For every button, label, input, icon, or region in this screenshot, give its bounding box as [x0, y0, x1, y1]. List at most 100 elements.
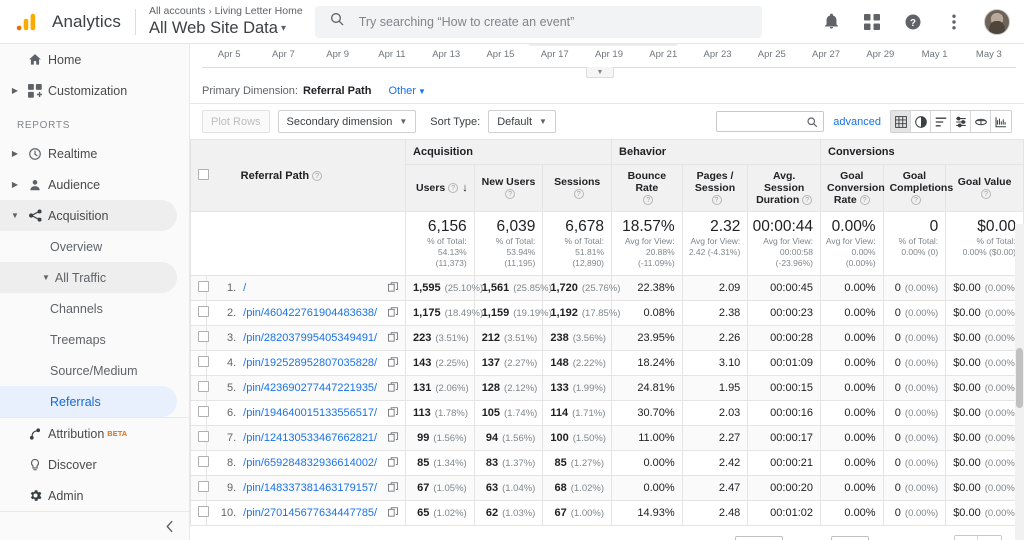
column-header-avg-session-duration[interactable]: Avg. Session Duration?: [747, 164, 821, 212]
row-select-cell[interactable]: [190, 500, 209, 526]
column-header-bounce-rate[interactable]: Bounce Rate?: [611, 164, 683, 212]
sidebar-item-overview[interactable]: Overview: [0, 231, 189, 262]
row-select-cell[interactable]: [190, 350, 209, 376]
breadcrumb-all-accounts[interactable]: All accounts: [149, 5, 206, 17]
show-rows-select[interactable]: 10255010025050010005000: [734, 536, 783, 540]
scrollbar-thumb[interactable]: [1016, 348, 1023, 408]
column-header-goal-conversion-rate[interactable]: Goal Conversion Rate?: [820, 164, 885, 212]
open-external-icon[interactable]: [388, 431, 398, 445]
pivot-view-button[interactable]: [971, 111, 991, 132]
sidebar-item-acquisition[interactable]: ▼ Acquisition: [0, 200, 177, 231]
next-page-button[interactable]: ›: [978, 536, 1001, 540]
row-select-cell[interactable]: [190, 400, 209, 426]
row-checkbox[interactable]: [198, 506, 209, 517]
help-icon[interactable]: ?: [902, 11, 924, 33]
row-select-cell[interactable]: [190, 275, 209, 301]
table-view-button[interactable]: [891, 111, 911, 132]
row-checkbox[interactable]: [198, 406, 209, 417]
open-external-icon[interactable]: [388, 331, 398, 345]
prev-page-button[interactable]: ‹: [955, 536, 978, 540]
notifications-icon[interactable]: [820, 11, 842, 33]
row-checkbox[interactable]: [198, 281, 209, 292]
search-input[interactable]: [358, 14, 748, 29]
comparison-view-button[interactable]: [951, 111, 971, 132]
chevron-right-icon[interactable]: ▶: [8, 86, 22, 95]
sidebar-item-realtime[interactable]: ▶ Realtime: [0, 138, 189, 169]
pie-view-button[interactable]: [911, 111, 931, 132]
go-to-input[interactable]: [830, 536, 869, 540]
axis-handle-caret[interactable]: ▼: [586, 67, 614, 78]
sidebar-item-admin[interactable]: Admin: [0, 480, 189, 511]
table-row[interactable]: 4. /pin/192528952807035828/143 (2.25%) 137(…: [190, 350, 1024, 376]
referral-path-link[interactable]: /pin/124130533467662821/: [243, 432, 377, 444]
advanced-filter-link[interactable]: advanced: [833, 116, 881, 128]
other-dimension-dropdown[interactable]: Other ▼: [388, 85, 425, 97]
open-external-icon[interactable]: [388, 456, 398, 470]
chevron-down-icon[interactable]: ▼: [42, 273, 50, 282]
table-search[interactable]: [716, 111, 825, 132]
referral-path-link[interactable]: /pin/460422761904483638/: [243, 307, 377, 319]
column-header-goal-completions[interactable]: Goal Completions?: [882, 164, 953, 212]
sidebar-item-attribution[interactable]: Attribution BETA: [0, 418, 189, 449]
primary-dimension-value[interactable]: Referral Path: [303, 85, 371, 97]
help-icon[interactable]: ?: [448, 183, 459, 193]
table-row[interactable]: 9. /pin/148337381463179157/67 (1.05%) 63 (1.…: [190, 475, 1024, 501]
sidebar-item-source-medium[interactable]: Source/Medium: [0, 355, 189, 386]
chevron-down-icon[interactable]: ▼: [8, 211, 22, 220]
view-title[interactable]: All Web Site Data ▾: [149, 18, 303, 39]
breadcrumb-property[interactable]: Living Letter Home: [215, 5, 303, 17]
row-select-cell[interactable]: [190, 375, 209, 401]
search-icon[interactable]: [801, 116, 823, 128]
row-checkbox[interactable]: [198, 331, 209, 342]
row-checkbox[interactable]: [198, 481, 209, 492]
help-icon[interactable]: ?: [910, 195, 921, 205]
column-header-pages-session[interactable]: Pages / Session?: [681, 164, 749, 212]
sidebar-item-audience[interactable]: ▶ Audience: [0, 169, 189, 200]
referral-path-link[interactable]: /pin/148337381463179157/: [243, 482, 377, 494]
row-select-cell[interactable]: [190, 325, 209, 351]
table-search-input[interactable]: [717, 115, 802, 128]
table-row[interactable]: 2./pin/460422761904483638/1,175 (18.49%) 1…: [190, 300, 1024, 326]
open-external-icon[interactable]: [388, 406, 398, 420]
secondary-dimension-button[interactable]: Secondary dimension ▼: [277, 110, 417, 133]
column-header-users[interactable]: Users? ↓: [405, 164, 475, 212]
help-icon[interactable]: ?: [573, 189, 584, 199]
table-row[interactable]: 3. /pin/282037995405349491/223 (3.51%) 212(…: [190, 325, 1024, 351]
help-icon[interactable]: ?: [802, 195, 813, 205]
referral-path-link[interactable]: /pin/194640015133556517/: [243, 407, 377, 419]
table-row[interactable]: 6. /pin/194640015133556517/113 (1.78%) 105(…: [190, 400, 1024, 426]
open-external-icon[interactable]: [388, 381, 398, 395]
row-checkbox[interactable]: [198, 356, 209, 367]
table-row[interactable]: 8. /pin/659284832936614002/85 (1.34%) 83 (1.…: [190, 450, 1024, 476]
account-selector[interactable]: All accounts › Living Letter Home All Web …: [149, 5, 303, 39]
open-external-icon[interactable]: [388, 481, 398, 495]
sidebar-item-channels[interactable]: Channels: [0, 293, 189, 324]
referral-path-link[interactable]: /: [243, 282, 246, 294]
sidebar-item-referrals[interactable]: Referrals: [0, 386, 177, 417]
referral-path-link[interactable]: /pin/423690277447221935/: [243, 382, 377, 394]
row-select-cell[interactable]: [190, 300, 209, 326]
performance-view-button[interactable]: [991, 111, 1011, 132]
plot-rows-button[interactable]: Plot Rows: [202, 110, 270, 133]
sidebar-item-discover[interactable]: Discover: [0, 449, 189, 480]
column-header-goal-value[interactable]: Goal Value?: [945, 164, 1024, 212]
row-checkbox[interactable]: [198, 381, 209, 392]
avatar[interactable]: [984, 8, 1010, 35]
open-external-icon[interactable]: [388, 306, 398, 320]
row-checkbox[interactable]: [198, 456, 209, 467]
referral-path-link[interactable]: /pin/192528952807035828/: [243, 357, 377, 369]
vertical-scrollbar[interactable]: [1015, 224, 1024, 540]
table-row[interactable]: 5. /pin/423690277447221935/131 (2.06%) 128(…: [190, 375, 1024, 401]
help-icon[interactable]: ?: [505, 189, 516, 199]
dimension-header[interactable]: Referral Path?: [206, 139, 407, 212]
chevron-right-icon[interactable]: ▶: [8, 180, 22, 189]
bar-view-button[interactable]: [931, 111, 951, 132]
show-rows-select-wrapper[interactable]: 10255010025050010005000: [734, 536, 783, 540]
referral-path-link[interactable]: /pin/270145677634447785/: [243, 507, 377, 519]
chevron-right-icon[interactable]: ▶: [8, 149, 22, 158]
help-icon[interactable]: ?: [711, 195, 722, 205]
table-row[interactable]: 1. / 1,595 (25.10%) 1,561 (25.85%) 1,720 (25.76…: [190, 275, 1024, 301]
row-checkbox[interactable]: [198, 306, 209, 317]
row-select-cell[interactable]: [190, 425, 209, 451]
sidebar-item-treemaps[interactable]: Treemaps: [0, 324, 189, 355]
